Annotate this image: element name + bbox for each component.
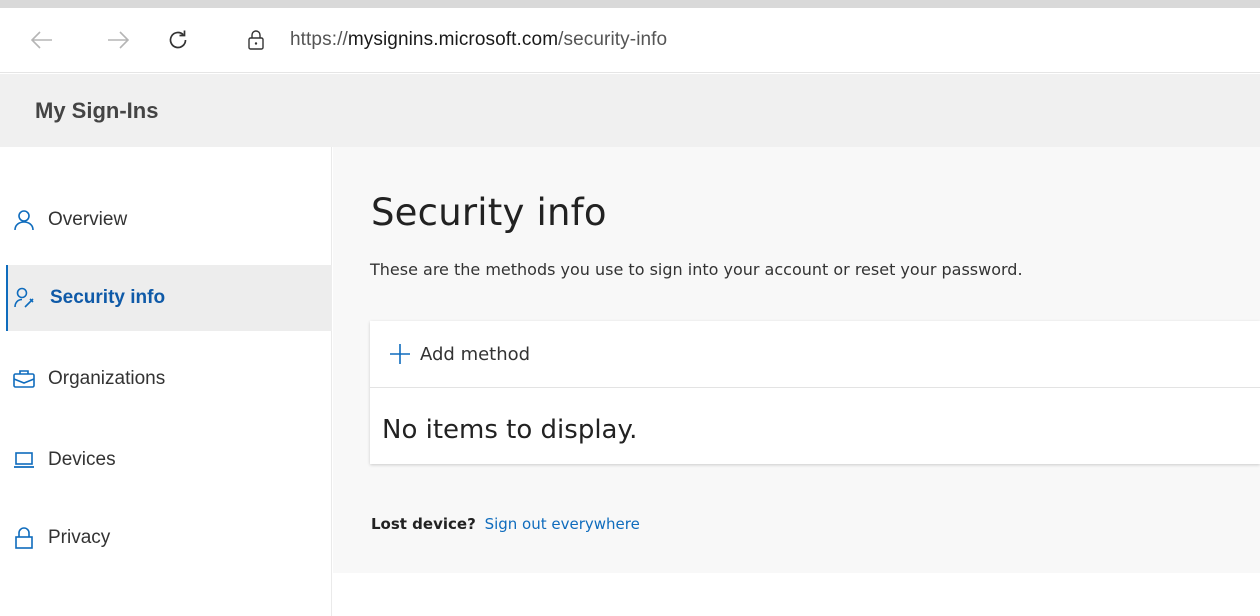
sidebar-item-devices[interactable]: Devices: [6, 427, 332, 493]
browser-toolbar: https://mysignins.microsoft.com/security…: [0, 8, 1260, 73]
sidebar-item-security-info[interactable]: Security info: [6, 265, 332, 331]
sign-out-everywhere-link[interactable]: Sign out everywhere: [485, 515, 640, 533]
add-method-button[interactable]: Add method: [370, 321, 1260, 388]
address-bar[interactable]: https://mysignins.microsoft.com/security…: [224, 18, 1260, 62]
briefcase-icon: [12, 367, 36, 391]
lost-device-label: Lost device?: [371, 515, 476, 533]
sidebar-item-label: Security info: [50, 287, 166, 308]
laptop-icon: [12, 448, 36, 472]
add-method-label: Add method: [420, 343, 531, 365]
url-text[interactable]: https://mysignins.microsoft.com/security…: [290, 29, 667, 51]
back-arrow-icon: [31, 31, 53, 49]
page-title: Security info: [371, 191, 607, 234]
empty-state-message: No items to display.: [382, 415, 638, 445]
sidebar-item-label: Devices: [48, 449, 116, 470]
url-path: /security-info: [558, 29, 668, 50]
lock-icon: [12, 526, 36, 550]
sidebar-item-organizations[interactable]: Organizations: [6, 346, 332, 412]
sidebar-item-label: Overview: [48, 209, 128, 230]
person-icon: [12, 208, 36, 232]
sidebar: Overview Security info Organizations Dev…: [0, 147, 332, 616]
forward-button[interactable]: [100, 22, 136, 58]
forward-arrow-icon: [107, 31, 129, 49]
plus-icon: [388, 342, 412, 366]
url-domain: mysignins.microsoft.com: [347, 29, 559, 50]
person-key-icon: [14, 286, 38, 310]
refresh-icon: [166, 28, 190, 52]
back-button[interactable]: [24, 22, 60, 58]
refresh-button[interactable]: [160, 22, 196, 58]
security-methods-card: Add method No items to display.: [370, 321, 1260, 464]
main-content: Security info These are the methods you …: [333, 147, 1260, 573]
url-prefix: https://: [290, 29, 348, 50]
sidebar-item-label: Organizations: [48, 368, 166, 389]
page-description: These are the methods you use to sign in…: [370, 260, 1023, 279]
sidebar-item-privacy[interactable]: Privacy: [6, 505, 332, 571]
lost-device-row: Lost device? Sign out everywhere: [371, 515, 640, 533]
app-header: My Sign-Ins: [0, 74, 1260, 147]
sidebar-item-overview[interactable]: Overview: [6, 187, 332, 253]
app-title: My Sign-Ins: [35, 98, 159, 123]
browser-top-strip: [0, 0, 1260, 8]
lock-icon[interactable]: [244, 28, 268, 52]
sidebar-item-label: Privacy: [48, 527, 111, 548]
